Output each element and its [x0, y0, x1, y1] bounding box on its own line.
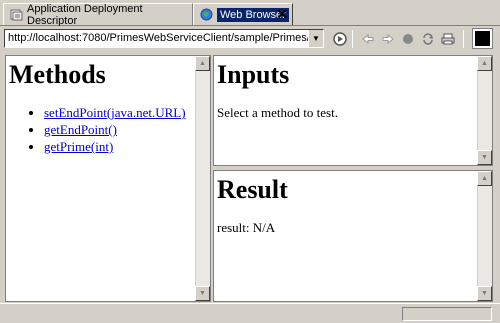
inputs-heading: Inputs	[217, 60, 290, 89]
deployment-descriptor-icon	[10, 8, 23, 21]
list-item: getEndPoint()	[44, 121, 210, 138]
tab-label: Application Deployment Descriptor	[27, 2, 143, 27]
methods-frame: Methods setEndPoint(java.net.URL) getEnd…	[5, 55, 211, 302]
print-icon[interactable]	[440, 31, 456, 47]
inputs-frame: Inputs Select a method to test. ▲ ▼	[213, 55, 493, 166]
back-arrow-icon[interactable]	[360, 31, 376, 47]
toolbar-separator	[463, 30, 464, 48]
toolbar-separator	[352, 30, 353, 48]
vertical-scrollbar[interactable]: ▲ ▼	[477, 171, 492, 301]
stop-icon[interactable]	[400, 31, 416, 47]
globe-icon	[200, 8, 213, 21]
color-swatch-button[interactable]	[472, 28, 493, 49]
methods-heading: Methods	[9, 60, 106, 89]
list-item: setEndPoint(java.net.URL)	[44, 104, 210, 121]
scroll-up-arrow-icon[interactable]: ▲	[195, 56, 210, 71]
scroll-up-arrow-icon[interactable]: ▲	[477, 56, 492, 71]
inputs-message: Select a method to test.	[217, 105, 338, 120]
scroll-up-arrow-icon[interactable]: ▲	[477, 171, 492, 186]
result-frame: Result result: N/A ▲ ▼	[213, 170, 493, 302]
method-link-get-end-point[interactable]: getEndPoint()	[44, 122, 117, 137]
method-list: setEndPoint(java.net.URL) getEndPoint() …	[44, 104, 210, 155]
tab-web-browser[interactable]: Web Browser ✕	[193, 3, 293, 25]
method-link-get-prime[interactable]: getPrime(int)	[44, 139, 113, 154]
editor-tab-bar: Application Deployment Descriptor Web Br…	[0, 0, 500, 27]
result-heading: Result	[217, 175, 288, 204]
status-bar	[0, 303, 500, 323]
tab-application-deployment-descriptor[interactable]: Application Deployment Descriptor	[3, 2, 193, 27]
result-value: result: N/A	[217, 220, 276, 235]
scroll-down-arrow-icon[interactable]: ▼	[477, 286, 492, 301]
status-progress-field	[402, 307, 492, 321]
vertical-scrollbar[interactable]: ▲ ▼	[195, 56, 210, 301]
refresh-icon[interactable]	[420, 31, 436, 47]
browser-toolbar: http://localhost:7080/PrimesWebServiceCl…	[0, 26, 500, 51]
url-text: http://localhost:7080/PrimesWebServiceCl…	[8, 32, 324, 44]
scroll-down-arrow-icon[interactable]: ▼	[195, 286, 210, 301]
vertical-scrollbar[interactable]: ▲ ▼	[477, 56, 492, 165]
go-icon[interactable]	[332, 31, 348, 47]
chevron-down-icon[interactable]: ▼	[308, 30, 323, 47]
forward-arrow-icon[interactable]	[380, 31, 396, 47]
close-icon[interactable]: ✕	[276, 6, 288, 22]
list-item: getPrime(int)	[44, 138, 210, 155]
scroll-down-arrow-icon[interactable]: ▼	[477, 150, 492, 165]
url-field[interactable]: http://localhost:7080/PrimesWebServiceCl…	[4, 29, 324, 48]
method-link-set-end-point[interactable]: setEndPoint(java.net.URL)	[44, 105, 186, 120]
